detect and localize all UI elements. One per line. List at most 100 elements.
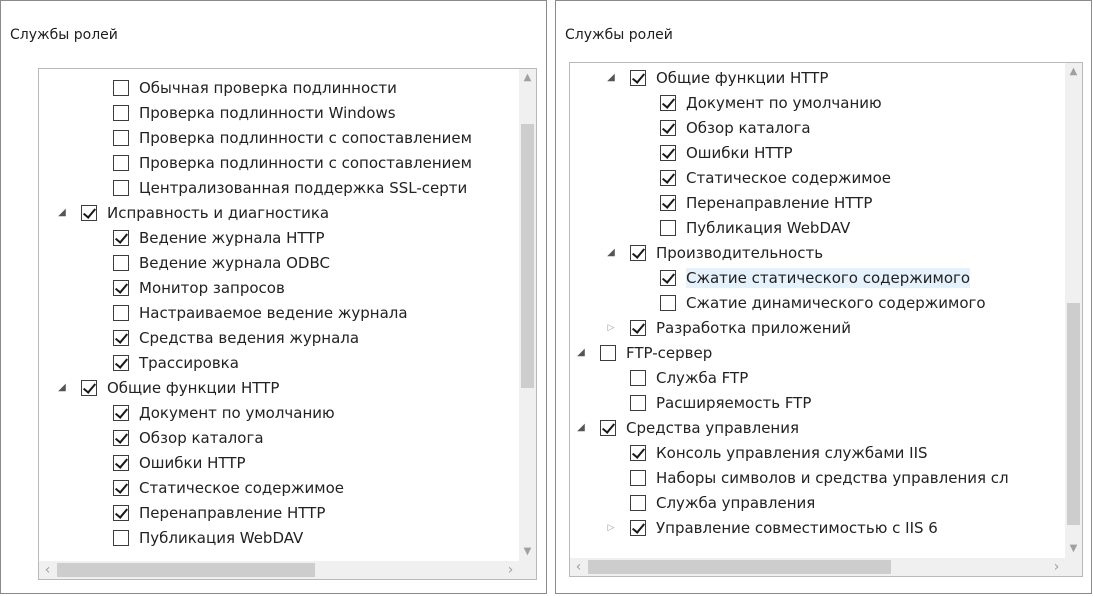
checkbox[interactable] [81, 205, 97, 221]
checkbox[interactable] [113, 455, 129, 471]
tree-item-label: Общие функции HTTP [107, 379, 280, 397]
expand-arrow-icon[interactable]: ◢ [576, 346, 586, 360]
tree-item-label: Обзор каталога [139, 429, 264, 447]
left-role-services-tree[interactable]: Обычная проверка подлинности Проверка под… [38, 68, 537, 580]
tree-item-label: Исправность и диагностика [107, 204, 330, 222]
left-scroll-corner [519, 561, 536, 579]
checkbox[interactable] [660, 170, 676, 186]
checkbox[interactable] [113, 130, 129, 146]
checkbox[interactable] [81, 380, 97, 396]
right-tree-view[interactable]: ◢ Общие функции HTTP Документ по умолчанию… [570, 63, 1065, 558]
tree-item-label: Расширяемость FTP [656, 394, 812, 412]
checkbox[interactable] [660, 95, 676, 111]
checkbox[interactable] [660, 220, 676, 236]
right-horizontal-scroll-thumb[interactable] [588, 560, 891, 574]
scroll-down-icon[interactable]: ▼ [1065, 542, 1082, 556]
checkbox[interactable] [113, 230, 129, 246]
right-vertical-scrollbar[interactable]: ▲ ▼ [1065, 63, 1082, 558]
checkbox[interactable] [113, 255, 129, 271]
checkbox[interactable] [600, 345, 616, 361]
checkbox[interactable] [630, 320, 646, 336]
tree-item-label: Наборы символов и средства управления сл [656, 469, 1009, 487]
checkbox[interactable] [630, 495, 646, 511]
checkbox[interactable] [630, 520, 646, 536]
tree-item-label: Ошибки HTTP [139, 454, 246, 472]
collapsed-arrow-icon[interactable]: ▷ [606, 321, 616, 335]
tree-item-label: Консоль управления службами IIS [656, 444, 928, 462]
tree-item-label: Централизованная поддержка SSL-серти [139, 179, 468, 197]
checkbox[interactable] [660, 195, 676, 211]
checkbox[interactable] [113, 155, 129, 171]
tree-item-label: FTP-сервер [626, 344, 713, 362]
expand-arrow-icon[interactable]: ◢ [606, 71, 616, 85]
left-vertical-scroll-thumb[interactable] [521, 124, 534, 388]
expand-arrow-icon[interactable]: ◢ [57, 206, 67, 220]
collapsed-arrow-icon[interactable]: ▷ [606, 521, 616, 535]
left-horizontal-scroll-thumb[interactable] [57, 563, 315, 577]
right-role-services-tree[interactable]: ◢ Общие функции HTTP Документ по умолчанию… [569, 62, 1083, 577]
checkbox[interactable] [113, 480, 129, 496]
tree-item-label: Перенаправление HTTP [139, 504, 326, 522]
scroll-up-icon[interactable]: ▲ [519, 71, 536, 85]
tree-item-label: Статическое содержимое [686, 169, 891, 187]
left-vertical-scrollbar[interactable]: ▲ ▼ [519, 69, 536, 561]
tree-item-label: Сжатие динамического содержимого [686, 294, 986, 312]
tree-item-label: Трассировка [139, 354, 239, 372]
checkbox[interactable] [600, 420, 616, 436]
checkbox[interactable] [113, 105, 129, 121]
tree-item-label: Ошибки HTTP [686, 144, 793, 162]
checkbox[interactable] [113, 355, 129, 371]
right-horizontal-scrollbar[interactable]: ‹ › [570, 558, 1082, 576]
checkbox[interactable] [113, 305, 129, 321]
checkbox[interactable] [660, 295, 676, 311]
checkbox[interactable] [113, 330, 129, 346]
expand-arrow-icon[interactable]: ◢ [606, 246, 616, 260]
right-panel-title: Службы ролей [565, 27, 673, 43]
left-role-services-panel: Службы ролей Обычная проверка подлинност… [0, 0, 547, 594]
tree-item-label: Разработка приложений [656, 319, 851, 337]
expand-arrow-icon[interactable]: ◢ [576, 421, 586, 435]
right-vertical-scroll-thumb[interactable] [1067, 303, 1080, 525]
checkbox[interactable] [113, 80, 129, 96]
tree-item-label: Проверка подлинности Windows [139, 104, 396, 122]
tree-item-label: Средства управления [626, 419, 800, 437]
checkbox[interactable] [630, 445, 646, 461]
checkbox[interactable] [113, 405, 129, 421]
left-tree-view[interactable]: Обычная проверка подлинности Проверка под… [39, 69, 519, 561]
checkbox[interactable] [660, 145, 676, 161]
tree-item-label: Настраиваемое ведение журнала [139, 304, 408, 322]
tree-item-label: Документ по умолчанию [139, 404, 335, 422]
tree-item-label: Ведение журнала ODBC [139, 254, 330, 272]
checkbox[interactable] [660, 120, 676, 136]
tree-item-label: Обычная проверка подлинности [139, 79, 397, 97]
right-role-services-panel: Службы ролей ◢ Общие функции HTTP Документ… [555, 0, 1092, 594]
checkbox[interactable] [630, 470, 646, 486]
checkbox[interactable] [113, 505, 129, 521]
scroll-up-icon[interactable]: ▲ [1065, 65, 1082, 79]
scroll-right-icon[interactable]: › [1048, 560, 1065, 574]
left-panel-title: Службы ролей [10, 27, 118, 43]
tree-item-label: Статическое содержимое [139, 479, 344, 497]
tree-item-label: Проверка подлинности с сопоставлением [139, 154, 472, 172]
tree-item-label: Публикация WebDAV [686, 219, 851, 237]
tree-item-label: Перенаправление HTTP [686, 194, 873, 212]
checkbox[interactable] [630, 395, 646, 411]
checkbox[interactable] [630, 70, 646, 86]
left-horizontal-scrollbar[interactable]: ‹ › [39, 561, 536, 579]
checkbox[interactable] [660, 270, 676, 286]
scroll-left-icon[interactable]: ‹ [570, 560, 587, 574]
scroll-right-icon[interactable]: › [502, 563, 519, 577]
expand-arrow-icon[interactable]: ◢ [57, 381, 67, 395]
scroll-left-icon[interactable]: ‹ [39, 563, 56, 577]
scroll-down-icon[interactable]: ▼ [519, 545, 536, 559]
checkbox[interactable] [113, 280, 129, 296]
checkbox[interactable] [113, 180, 129, 196]
checkbox[interactable] [113, 530, 129, 546]
checkbox[interactable] [630, 245, 646, 261]
checkbox[interactable] [113, 430, 129, 446]
checkbox[interactable] [630, 370, 646, 386]
tree-item-label: Монитор запросов [139, 279, 285, 297]
tree-item-label: Публикация WebDAV [139, 529, 304, 547]
tree-item-label: Управление совместимостью с IIS 6 [656, 519, 938, 537]
tree-item-label: Документ по умолчанию [686, 94, 882, 112]
